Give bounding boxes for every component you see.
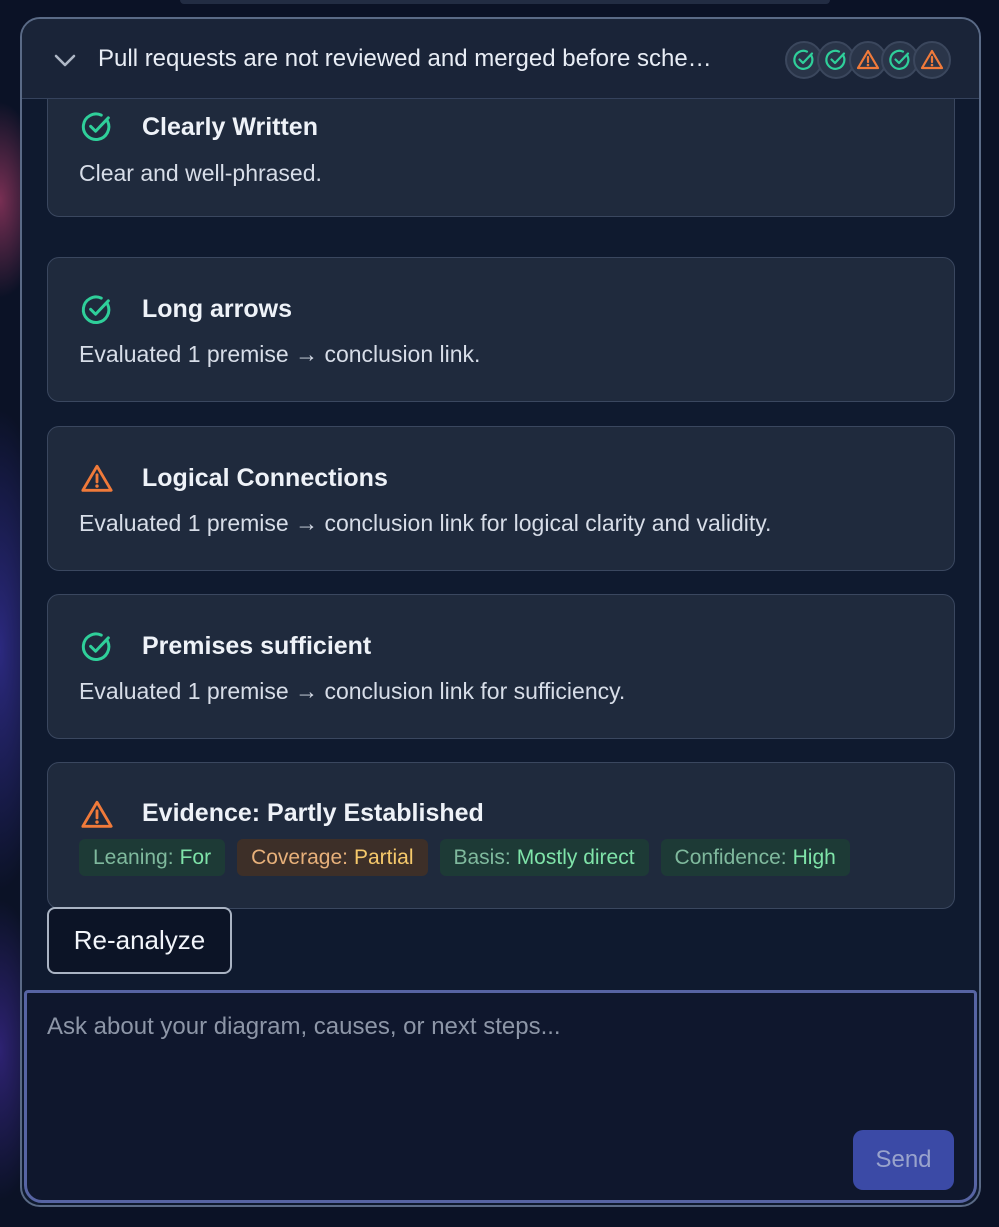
tag-value: Mostly direct (516, 845, 635, 869)
tag-basis: Basis: Mostly direct (439, 839, 649, 876)
check-icon (889, 49, 910, 70)
check-card-clearly-written: Clearly Written Clear and well-phrased. (47, 99, 955, 217)
check-circle-icon (81, 295, 111, 324)
tag-value: For (179, 845, 212, 869)
tag-value: Partial (353, 845, 414, 869)
chevron-down-icon[interactable] (52, 49, 78, 71)
tag-value: High (792, 845, 836, 869)
warning-icon (856, 49, 880, 70)
check-title: Premises sufficient (142, 632, 372, 660)
tag-coverage: Coverage: Partial (237, 839, 428, 876)
check-title: Logical Connections (142, 464, 388, 492)
tag-confidence: Confidence: High (660, 839, 850, 876)
tag-key: Coverage: (251, 845, 348, 869)
status-badge-group (785, 41, 951, 79)
check-card-premises-sufficient: Premises sufficient Evaluated 1 premise … (47, 594, 955, 739)
check-circle-icon (81, 632, 111, 661)
badge-5 (913, 41, 951, 79)
panel-header[interactable]: Pull requests are not reviewed and merge… (22, 19, 979, 99)
warning-icon (920, 49, 944, 70)
check-card-evidence: Evidence: Partly Established Leaning: Fo… (47, 762, 955, 909)
checks-list[interactable]: Clearly Written Clear and well-phrased. … (22, 99, 979, 989)
check-title: Long arrows (142, 295, 293, 323)
check-card-long-arrows: Long arrows Evaluated 1 premise → conclu… (47, 257, 955, 402)
check-icon (793, 49, 814, 70)
check-description: Clear and well-phrased. (79, 160, 322, 186)
reanalyze-button[interactable]: Re-analyze (47, 907, 232, 974)
check-title: Clearly Written (142, 113, 318, 141)
check-card-logical-connections: Logical Connections Evaluated 1 premise … (47, 426, 955, 571)
top-strip (180, 0, 830, 4)
check-circle-icon (81, 112, 111, 141)
check-description: Evaluated 1 premise → conclusion link fo… (79, 678, 626, 704)
chat-composer: Send (24, 990, 977, 1203)
check-icon (825, 49, 846, 70)
panel-title: Pull requests are not reviewed and merge… (98, 45, 712, 72)
analysis-panel: Pull requests are not reviewed and merge… (20, 17, 981, 1207)
tag-key: Leaning: (93, 845, 174, 869)
tag-leaning: Leaning: For (79, 839, 226, 876)
warning-icon (81, 464, 113, 492)
chat-input[interactable] (47, 1013, 947, 1123)
tag-key: Confidence: (674, 845, 787, 869)
evidence-tags: Leaning: For Coverage: Partial Basis: Mo… (79, 839, 850, 876)
check-title: Evidence: Partly Established (142, 799, 484, 827)
tag-key: Basis: (453, 845, 511, 869)
send-button[interactable]: Send (853, 1130, 954, 1190)
check-description: Evaluated 1 premise → conclusion link fo… (79, 510, 772, 536)
check-description: Evaluated 1 premise → conclusion link. (79, 341, 481, 367)
warning-icon (81, 800, 113, 828)
